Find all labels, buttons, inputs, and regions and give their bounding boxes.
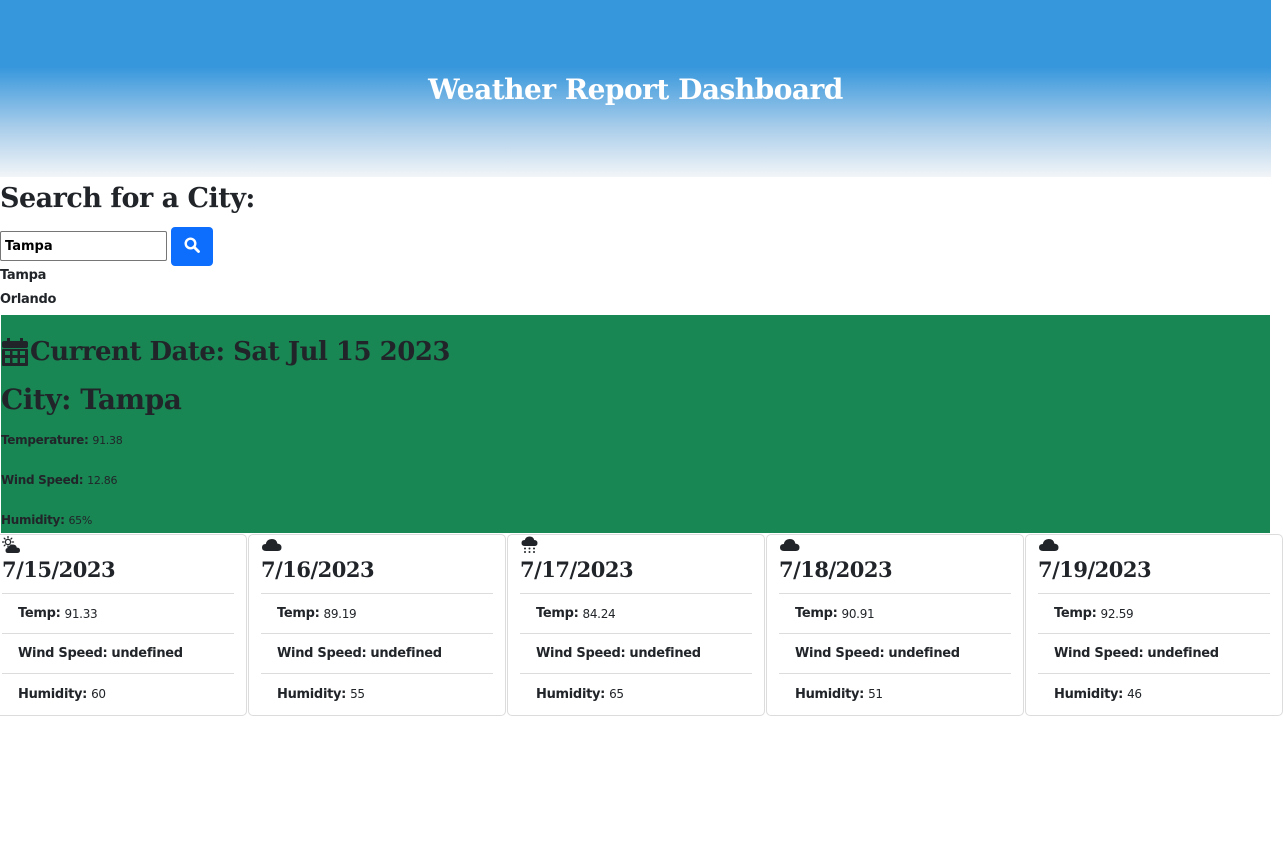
temp-value: 89.19: [323, 606, 357, 621]
wind-value: undefined: [370, 646, 442, 661]
forecast-temp: Temp: 84.24: [520, 594, 752, 634]
current-humidity: Humidity: 65%: [1, 513, 92, 527]
humidity-value: 51: [868, 687, 883, 701]
forecast-details: Temp: 91.33 Wind Speed: undefined Humidity…: [2, 593, 234, 714]
humidity-label: Humidity:: [536, 686, 606, 702]
humidity-label: Humidity:: [1054, 686, 1124, 702]
current-city: City: Tampa: [1, 383, 182, 416]
temp-value: 92.59: [1100, 606, 1134, 621]
current-date: Current Date: Sat Jul 15 2023: [1, 337, 451, 367]
humidity-value: 65: [609, 687, 624, 701]
temperature-value: 91.38: [92, 434, 123, 447]
search-button[interactable]: [171, 227, 213, 266]
forecast-temp: Temp: 92.59: [1038, 594, 1270, 634]
wind-label: Wind Speed:: [277, 646, 367, 661]
wind-value: 12.86: [87, 474, 118, 487]
forecast-wind: Wind Speed: undefined: [2, 634, 234, 674]
cloud-icon: [1038, 536, 1060, 558]
temp-value: 91.33: [64, 606, 98, 621]
forecast-card: 7/18/2023 Temp: 90.91 Wind Speed: undefine…: [766, 534, 1024, 716]
wind-label: Wind Speed:: [536, 646, 626, 661]
calendar-icon: [1, 337, 29, 367]
forecast-card: 7/16/2023 Temp: 89.19 Wind Speed: undefine…: [248, 534, 506, 716]
forecast-wind: Wind Speed: undefined: [1038, 634, 1270, 674]
page-title: Weather Report Dashboard: [428, 73, 843, 106]
forecast-date: 7/19/2023: [1038, 557, 1152, 582]
current-date-text: Current Date: Sat Jul 15 2023: [30, 337, 451, 367]
wind-value: undefined: [111, 646, 183, 661]
humidity-label: Humidity:: [795, 686, 865, 702]
wind-label: Wind Speed:: [795, 646, 885, 661]
wind-value: undefined: [629, 646, 701, 661]
forecast-humidity: Humidity: 65: [520, 674, 752, 714]
partly-sunny-icon: [1, 535, 24, 558]
forecast-humidity: Humidity: 51: [779, 674, 1011, 714]
wind-label: Wind Speed:: [1054, 646, 1144, 661]
forecast-date: 7/16/2023: [261, 557, 375, 582]
temp-label: Temp:: [536, 606, 579, 621]
current-weather-panel: Current Date: Sat Jul 15 2023 City: Tamp…: [1, 315, 1270, 533]
forecast-details: Temp: 92.59 Wind Speed: undefined Humidity…: [1038, 593, 1270, 714]
humidity-label: Humidity:: [277, 686, 347, 702]
cloud-icon: [779, 536, 801, 558]
current-wind: Wind Speed: 12.86: [1, 473, 117, 487]
temperature-label: Temperature:: [1, 433, 89, 447]
forecast-card: 7/15/2023 Temp: 91.33 Wind Speed: undefine…: [0, 534, 247, 716]
temp-label: Temp:: [795, 606, 838, 621]
forecast-wind: Wind Speed: undefined: [261, 634, 493, 674]
humidity-label: Humidity:: [18, 686, 88, 702]
forecast-date: 7/17/2023: [520, 557, 634, 582]
search-heading: Search for a City:: [0, 183, 255, 214]
humidity-value: 65%: [68, 514, 93, 527]
temp-label: Temp:: [18, 606, 61, 621]
search-icon: [184, 237, 200, 256]
current-temperature: Temperature: 91.38: [1, 433, 123, 447]
history-item-orlando[interactable]: Orlando: [0, 292, 56, 307]
temp-value: 84.24: [582, 606, 616, 621]
forecast-details: Temp: 89.19 Wind Speed: undefined Humidity…: [261, 593, 493, 714]
page-header: Weather Report Dashboard: [0, 0, 1271, 177]
wind-label: Wind Speed:: [18, 646, 108, 661]
forecast-wind: Wind Speed: undefined: [520, 634, 752, 674]
forecast-temp: Temp: 90.91: [779, 594, 1011, 634]
temp-value: 90.91: [841, 606, 875, 621]
rain-cloud-icon: [520, 536, 542, 558]
forecast-humidity: Humidity: 55: [261, 674, 493, 714]
history-item-tampa[interactable]: Tampa: [0, 268, 46, 283]
city-search-input[interactable]: [0, 231, 167, 261]
humidity-value: 46: [1127, 687, 1142, 701]
wind-label: Wind Speed:: [1, 473, 84, 487]
forecast-temp: Temp: 89.19: [261, 594, 493, 634]
temp-label: Temp:: [277, 606, 320, 621]
humidity-label: Humidity:: [1, 513, 65, 527]
forecast-humidity: Humidity: 46: [1038, 674, 1270, 714]
wind-value: undefined: [888, 646, 960, 661]
forecast-date: 7/15/2023: [2, 557, 116, 582]
temp-label: Temp:: [1054, 606, 1097, 621]
forecast-wind: Wind Speed: undefined: [779, 634, 1011, 674]
forecast-date: 7/18/2023: [779, 557, 893, 582]
forecast-details: Temp: 84.24 Wind Speed: undefined Humidity…: [520, 593, 752, 714]
forecast-temp: Temp: 91.33: [2, 594, 234, 634]
humidity-value: 60: [91, 687, 106, 701]
wind-value: undefined: [1147, 646, 1219, 661]
forecast-humidity: Humidity: 60: [2, 674, 234, 714]
forecast-card: 7/19/2023 Temp: 92.59 Wind Speed: undefine…: [1025, 534, 1283, 716]
forecast-details: Temp: 90.91 Wind Speed: undefined Humidity…: [779, 593, 1011, 714]
forecast-card: 7/17/2023 Temp: 84.24 Wind Speed: undefine…: [507, 534, 765, 716]
humidity-value: 55: [350, 687, 365, 701]
cloud-icon: [261, 536, 283, 558]
